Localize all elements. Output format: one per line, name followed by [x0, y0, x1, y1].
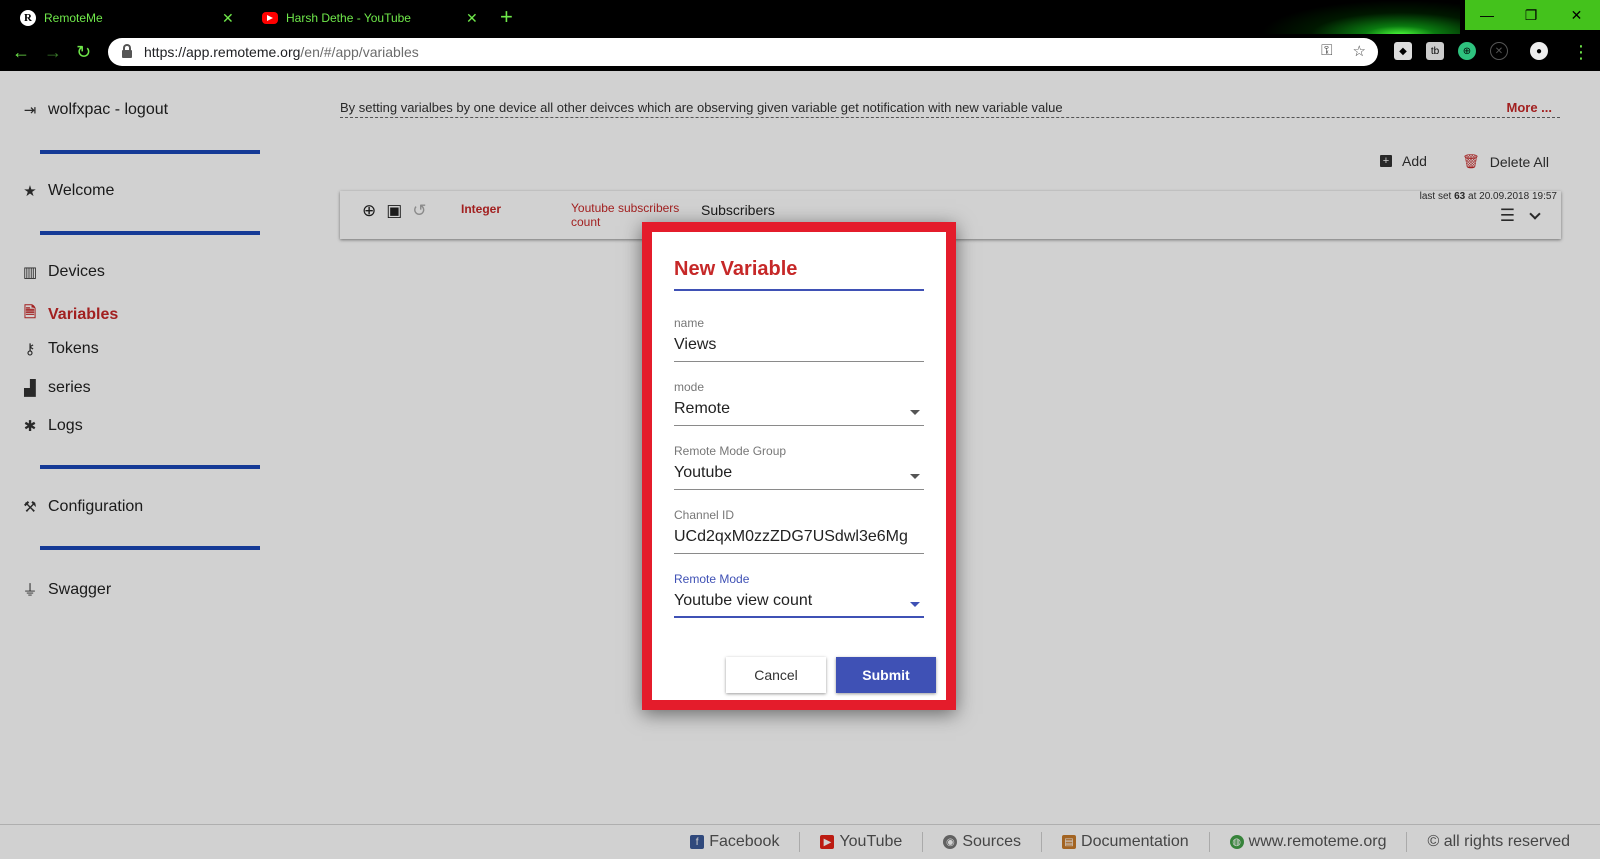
- back-arrow-icon[interactable]: ←: [12, 40, 30, 64]
- field-value[interactable]: Views: [674, 336, 924, 354]
- mode-select[interactable]: mode Remote: [674, 380, 924, 426]
- field-label: Channel ID: [674, 508, 735, 522]
- cancel-button[interactable]: Cancel: [726, 657, 826, 693]
- restore-button[interactable]: ❐: [1509, 0, 1553, 30]
- dropdown-caret-icon[interactable]: [910, 410, 920, 415]
- key-icon[interactable]: ⚿: [1321, 42, 1332, 60]
- tab-remoteme[interactable]: R RemoteMe ✕: [6, 2, 242, 34]
- youtube-icon: [262, 12, 278, 24]
- field-label: Remote Mode Group: [674, 444, 787, 458]
- field-value[interactable]: Youtube: [674, 464, 924, 482]
- extension-tb-icon[interactable]: tb: [1426, 42, 1444, 60]
- field-value[interactable]: UCd2qxM0zzZDG7USdwl3e6Mg: [674, 528, 924, 546]
- extension-cart-icon[interactable]: ⊕: [1458, 42, 1476, 60]
- submit-button[interactable]: Submit: [836, 657, 936, 693]
- field-label: name: [674, 316, 705, 330]
- name-field[interactable]: name Views: [674, 316, 924, 362]
- dialog-title: New Variable: [674, 258, 798, 280]
- remoteme-r-icon: R: [20, 10, 36, 26]
- field-value[interactable]: Youtube view count: [674, 592, 924, 610]
- new-variable-dialog: New Variable name Views mode Remote Remo…: [642, 222, 956, 710]
- tab-title: Harsh Dethe - YouTube: [286, 11, 411, 25]
- remote-mode-select[interactable]: Remote Mode Youtube view count: [674, 572, 924, 618]
- extension-cube-icon[interactable]: ◆: [1394, 42, 1412, 60]
- tab-youtube[interactable]: Harsh Dethe - YouTube ✕: [248, 2, 484, 34]
- close-icon[interactable]: ✕: [466, 10, 478, 27]
- window-close-button[interactable]: ✕: [1553, 0, 1600, 30]
- reload-icon[interactable]: ↻: [76, 40, 91, 64]
- address-bar[interactable]: https://app.remoteme.org/en/#/app/variab…: [108, 38, 1378, 66]
- browser-toolbar: ← → ↻ https://app.remoteme.org/en/#/app/…: [0, 34, 1600, 71]
- field-label: mode: [674, 380, 705, 394]
- tab-title: RemoteMe: [44, 11, 103, 25]
- close-icon[interactable]: ✕: [222, 10, 234, 27]
- minimize-button[interactable]: —: [1465, 0, 1509, 30]
- dropdown-caret-icon[interactable]: [910, 602, 920, 607]
- extension-block-icon[interactable]: ✕: [1490, 42, 1508, 60]
- field-label: Remote Mode: [674, 572, 750, 586]
- url-text[interactable]: https://app.remoteme.org/en/#/app/variab…: [144, 44, 419, 60]
- remote-mode-group-select[interactable]: Remote Mode Group Youtube: [674, 444, 924, 490]
- title-underline: [674, 289, 924, 291]
- browser-tabstrip: R RemoteMe ✕ Harsh Dethe - YouTube ✕ + —…: [0, 0, 1600, 70]
- dropdown-caret-icon[interactable]: [910, 474, 920, 479]
- forward-arrow-icon[interactable]: →: [44, 40, 62, 64]
- menu-dots-icon[interactable]: ⋮: [1572, 40, 1590, 64]
- bookmark-star-icon[interactable]: ☆: [1353, 42, 1366, 60]
- profile-avatar[interactable]: ●: [1530, 42, 1548, 60]
- channel-id-field[interactable]: Channel ID UCd2qxM0zzZDG7USdwl3e6Mg: [674, 508, 924, 554]
- new-tab-button[interactable]: +: [500, 4, 513, 30]
- field-value[interactable]: Remote: [674, 400, 924, 418]
- lock-icon: [122, 44, 132, 58]
